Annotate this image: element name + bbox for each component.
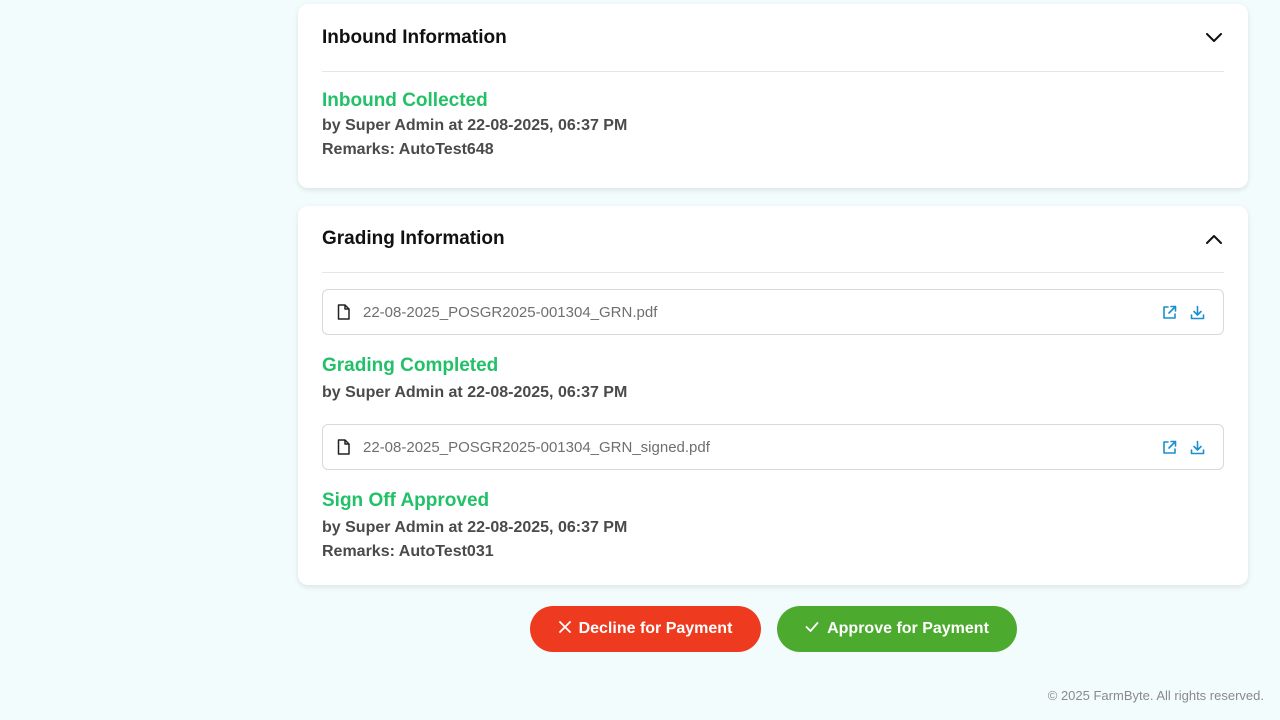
file-icon: [337, 304, 351, 320]
open-external-icon[interactable]: [1155, 298, 1183, 326]
signoff-by-line: by Super Admin at 22-08-2025, 06:37 PM: [322, 519, 628, 536]
file-icon: [337, 439, 351, 455]
inbound-information-header[interactable]: Inbound Information: [322, 4, 1224, 72]
grading-information-header[interactable]: Grading Information: [322, 206, 1224, 273]
download-icon[interactable]: [1183, 298, 1211, 326]
file-attachment-grn-signed: 22-08-2025_POSGR2025-001304_GRN_signed.p…: [322, 424, 1224, 470]
download-icon[interactable]: [1183, 433, 1211, 461]
chevron-up-icon[interactable]: [1204, 229, 1224, 249]
decline-button-label: Decline for Payment: [578, 620, 733, 637]
grading-information-title: Grading Information: [322, 228, 505, 249]
inbound-information-card: Inbound Information Inbound Collected by…: [298, 4, 1248, 188]
footer-copyright: © 2025 FarmByte. All rights reserved.: [1047, 688, 1264, 703]
decline-for-payment-button[interactable]: Decline for Payment: [530, 606, 761, 652]
close-icon: [558, 620, 571, 638]
grading-by-line: by Super Admin at 22-08-2025, 06:37 PM: [322, 384, 628, 401]
approve-for-payment-button[interactable]: Approve for Payment: [777, 606, 1017, 652]
file-name: 22-08-2025_POSGR2025-001304_GRN.pdf: [363, 303, 658, 321]
grading-completed-entry: Grading Completed by Super Admin at 22-0…: [322, 355, 1224, 405]
payment-actions: Decline for Payment Approve for Payment: [530, 606, 1017, 652]
chevron-down-icon[interactable]: [1204, 28, 1224, 48]
inbound-status-title: Inbound Collected: [322, 90, 488, 111]
grading-information-card: Grading Information 22-08-2025_POSGR2025…: [298, 206, 1248, 585]
signoff-status-title: Sign Off Approved: [322, 490, 490, 511]
inbound-by-line: by Super Admin at 22-08-2025, 06:37 PM: [322, 117, 628, 134]
signoff-remarks: Remarks: AutoTest031: [322, 543, 494, 560]
file-attachment-grn: 22-08-2025_POSGR2025-001304_GRN.pdf: [322, 289, 1224, 335]
check-icon: [805, 620, 819, 638]
signoff-approved-entry: Sign Off Approved by Super Admin at 22-0…: [322, 490, 1224, 564]
file-name: 22-08-2025_POSGR2025-001304_GRN_signed.p…: [363, 438, 710, 456]
grading-status-title: Grading Completed: [322, 355, 499, 376]
open-external-icon[interactable]: [1155, 433, 1183, 461]
inbound-information-title: Inbound Information: [322, 26, 507, 48]
approve-button-label: Approve for Payment: [827, 620, 989, 637]
inbound-remarks: Remarks: AutoTest648: [322, 141, 494, 158]
